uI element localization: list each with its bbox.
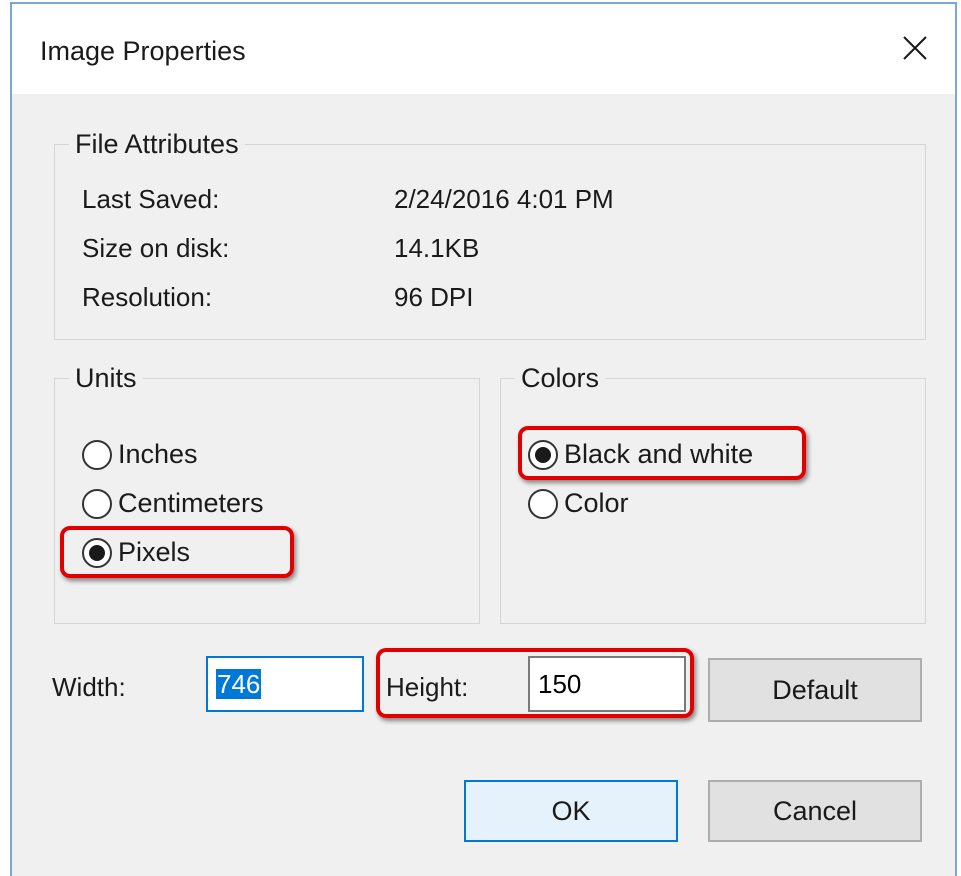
resolution-label: Resolution: [82,282,213,312]
width-input[interactable]: 746 [206,656,364,712]
title-bar: Image Properties [12,4,955,94]
radio-icon [82,439,112,470]
radio-centimeters[interactable]: Centimeters [82,488,264,519]
radio-selected-icon [82,537,112,568]
colors-legend: Colors [515,361,606,395]
radio-pixels[interactable]: Pixels [82,537,190,568]
dialog-title: Image Properties [40,36,246,66]
ok-button[interactable]: OK [464,780,678,842]
radio-pixels-label: Pixels [118,537,191,567]
radio-icon [528,488,558,519]
close-button[interactable] [889,24,941,72]
radio-black-and-white[interactable]: Black and white [528,439,753,470]
resolution-value: 96 DPI [394,282,474,312]
last-saved-label: Last Saved: [82,184,220,214]
size-on-disk-label: Size on disk: [82,233,230,263]
last-saved-value: 2/24/2016 4:01 PM [394,184,614,214]
radio-color[interactable]: Color [528,488,629,519]
file-attributes-legend: File Attributes [69,127,245,161]
default-button[interactable]: Default [708,658,922,722]
radio-inches-label: Inches [118,439,198,469]
radio-inches[interactable]: Inches [82,439,198,470]
radio-black-and-white-label: Black and white [564,439,754,469]
close-icon [903,36,927,60]
radio-color-label: Color [564,488,629,518]
height-label: Height: [386,672,469,702]
cancel-button[interactable]: Cancel [708,780,922,842]
size-on-disk-value: 14.1KB [394,233,480,263]
image-properties-dialog: Image Properties File Attributes Last Sa… [10,2,957,876]
height-input[interactable]: 150 [528,656,686,712]
width-input-value: 746 [216,669,262,699]
height-input-value: 150 [538,669,582,699]
width-label: Width: [52,672,126,702]
radio-selected-icon [528,439,558,470]
radio-centimeters-label: Centimeters [118,488,264,518]
units-legend: Units [69,361,143,395]
radio-icon [82,488,112,519]
